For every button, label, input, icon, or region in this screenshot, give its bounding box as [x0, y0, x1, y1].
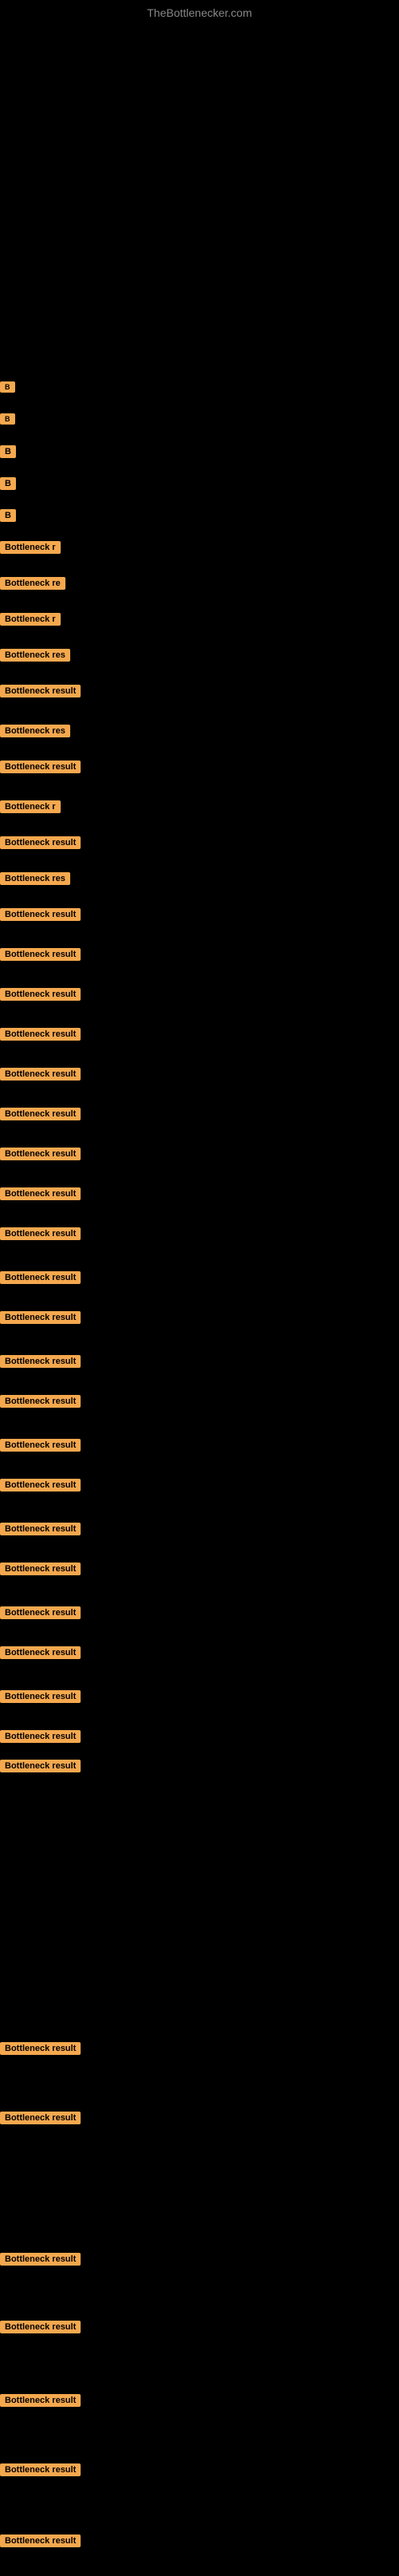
- bottleneck-label-partial: Bottleneck r: [0, 541, 61, 554]
- bottleneck-label-partial: Bottleneck result: [0, 1187, 81, 1200]
- bottleneck-label-partial: Bottleneck result: [0, 1523, 81, 1535]
- bottleneck-label-small: B: [0, 381, 15, 393]
- bottleneck-label-full: Bottleneck result: [0, 2463, 81, 2476]
- bottleneck-label-partial: Bottleneck result: [0, 1563, 81, 1575]
- bottleneck-label-partial: Bottleneck result: [0, 1227, 81, 1240]
- bottleneck-label-partial: Bottleneck r: [0, 613, 61, 626]
- bottleneck-label-partial: Bottleneck result: [0, 1646, 81, 1659]
- bottleneck-label-partial: Bottleneck result: [0, 1271, 81, 1284]
- bottleneck-label-partial: Bottleneck result: [0, 908, 81, 921]
- bottleneck-label-full: Bottleneck result: [0, 2253, 81, 2266]
- bottleneck-label-partial: Bottleneck result: [0, 1108, 81, 1120]
- bottleneck-label-partial: Bottleneck res: [0, 649, 70, 662]
- bottleneck-label-partial: Bottleneck result: [0, 1479, 81, 1491]
- bottleneck-label-partial: Bottleneck result: [0, 1606, 81, 1619]
- bottleneck-label-partial: Bottleneck result: [0, 1439, 81, 1452]
- bottleneck-label-full: Bottleneck result: [0, 2394, 81, 2407]
- bottleneck-label-partial: B: [0, 445, 16, 458]
- bottleneck-label-partial: Bottleneck result: [0, 761, 81, 773]
- bottleneck-label-partial: Bottleneck result: [0, 1311, 81, 1324]
- bottleneck-label-partial: Bottleneck result: [0, 1028, 81, 1041]
- bottleneck-label-full: Bottleneck result: [0, 2321, 81, 2333]
- bottleneck-label-partial: Bottleneck result: [0, 1395, 81, 1408]
- bottleneck-label-full: Bottleneck result: [0, 2535, 81, 2547]
- bottleneck-label-partial: Bottleneck result: [0, 948, 81, 961]
- bottleneck-label-partial: Bottleneck result: [0, 1690, 81, 1703]
- bottleneck-label-full: Bottleneck result: [0, 2042, 81, 2055]
- bottleneck-label-partial: Bottleneck result: [0, 1068, 81, 1081]
- bottleneck-label-full: Bottleneck result: [0, 1760, 81, 1772]
- bottleneck-label-partial: B: [0, 509, 16, 522]
- bottleneck-label-small: B: [0, 413, 15, 425]
- bottleneck-label-partial: Bottleneck res: [0, 725, 70, 737]
- bottleneck-label-full: Bottleneck result: [0, 2112, 81, 2124]
- bottleneck-label-partial: B: [0, 477, 16, 490]
- bottleneck-label-partial: Bottleneck re: [0, 577, 65, 590]
- bottleneck-label-partial: Bottleneck result: [0, 1355, 81, 1368]
- bottleneck-label-partial: Bottleneck result: [0, 1730, 81, 1743]
- bottleneck-label-partial: Bottleneck result: [0, 1148, 81, 1160]
- bottleneck-label-partial: Bottleneck r: [0, 800, 61, 813]
- site-title: TheBottlenecker.com: [0, 0, 399, 22]
- bottleneck-label-partial: Bottleneck result: [0, 988, 81, 1001]
- bottleneck-label-partial: Bottleneck result: [0, 685, 81, 697]
- bottleneck-label-partial: Bottleneck res: [0, 872, 70, 885]
- bottleneck-label-partial: Bottleneck result: [0, 836, 81, 849]
